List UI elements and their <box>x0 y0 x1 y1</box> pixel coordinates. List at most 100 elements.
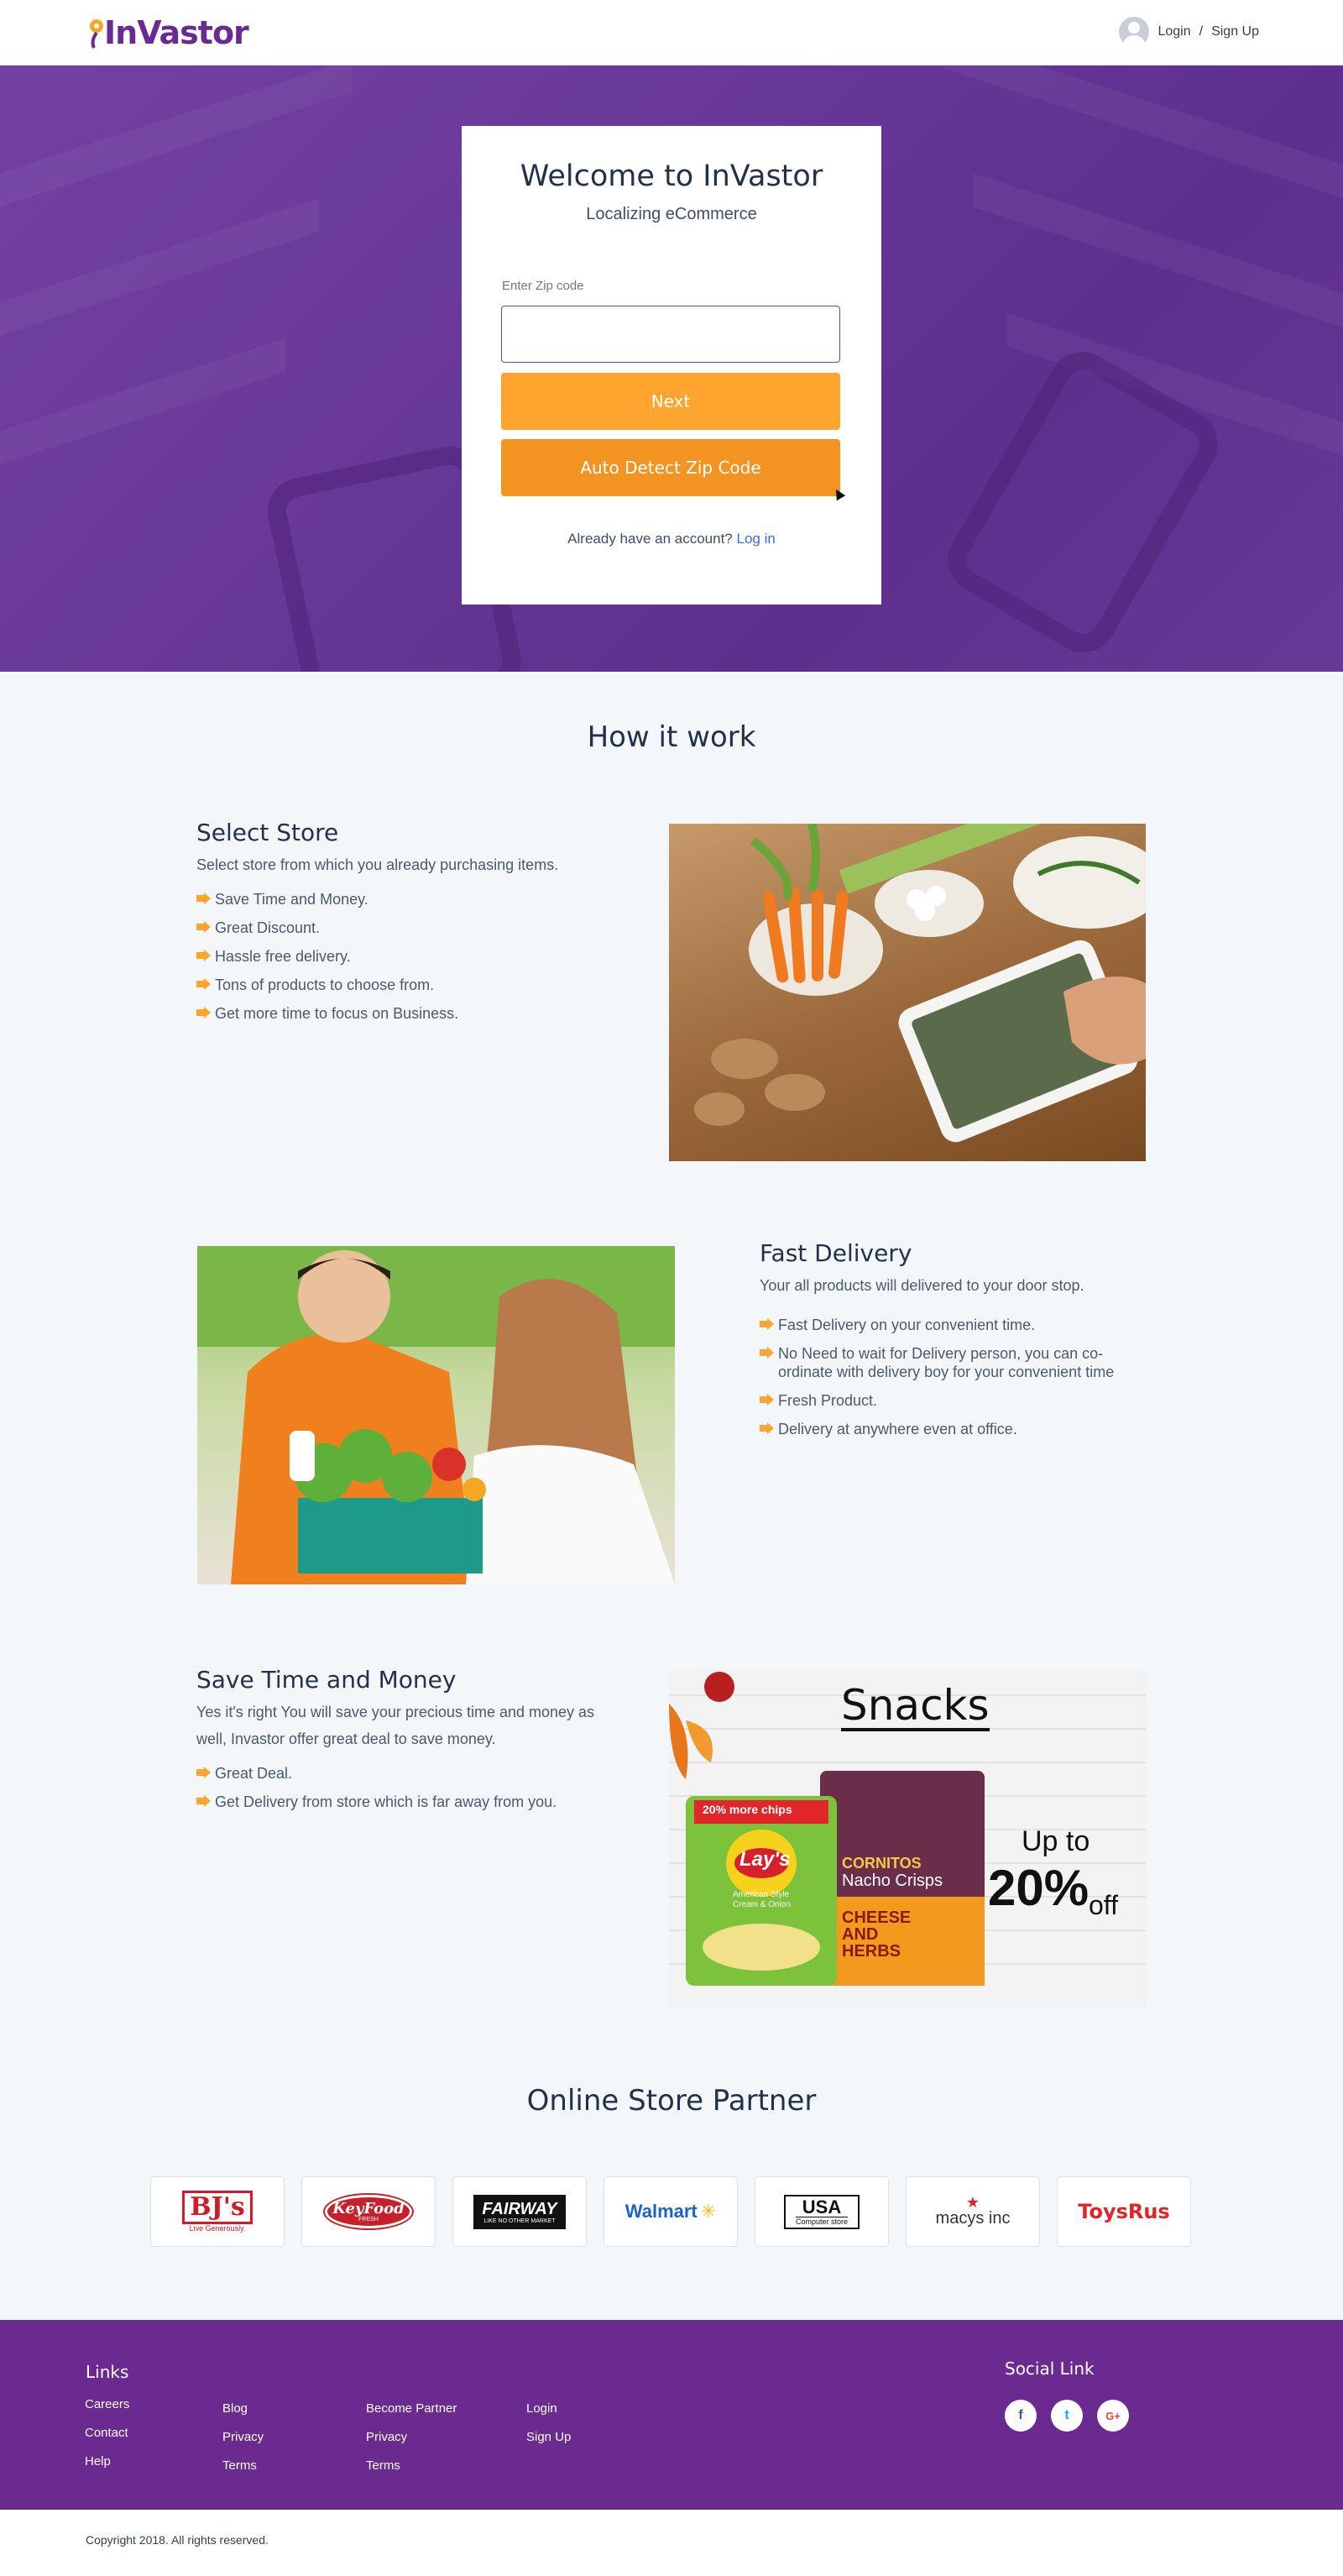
bjs-logo: BJ's Live Generously. <box>182 2191 253 2233</box>
footer-link-blog[interactable]: Blog <box>222 2401 264 2416</box>
footer-link-contact[interactable]: Contact <box>85 2426 129 2440</box>
zip-input[interactable] <box>501 306 840 363</box>
footer-link-terms[interactable]: Terms <box>366 2458 457 2473</box>
user-avatar-icon[interactable] <box>1119 17 1150 47</box>
partner-tagline: Live Generously. <box>189 2224 246 2233</box>
lays-flavor: American Style Cream & Onion <box>733 1890 791 1909</box>
footer-link-help[interactable]: Help <box>85 2454 129 2469</box>
feature-point: Tons of products to choose from. <box>196 971 583 999</box>
facebook-icon[interactable]: f <box>1005 2400 1037 2432</box>
feature-point: No Need to wait for Delivery person, you… <box>760 1339 1146 1386</box>
zip-label: Enter Zip code <box>502 279 584 293</box>
footer-col-4: Login Sign Up <box>526 2401 571 2458</box>
zip-card: Welcome to InVastor Localizing eCommerce… <box>462 126 881 605</box>
feature-select-store: Select Store Select store from which you… <box>196 819 583 1028</box>
cornitos-flavor: CHEESE AND HERBS <box>842 1908 912 1961</box>
footer-links-title: Links <box>86 2362 129 2382</box>
keyfood-logo: KeyFood FRESH <box>325 2195 412 2228</box>
hero-title: Welcome to InVastor <box>520 160 823 193</box>
partner-name: BJ's <box>182 2191 253 2224</box>
tablet-vegetables-image <box>669 824 1146 1161</box>
footer-link-signup[interactable]: Sign Up <box>526 2430 571 2444</box>
footer: Links Careers Contact Help Blog Privacy … <box>0 2320 1343 2510</box>
footer-link-terms[interactable]: Terms <box>222 2458 264 2473</box>
twitter-icon[interactable]: t <box>1051 2400 1083 2432</box>
footer-link-login[interactable]: Login <box>526 2401 571 2416</box>
how-it-works-title: How it work <box>587 720 756 754</box>
partner-bjs[interactable]: BJ's Live Generously. <box>150 2176 285 2247</box>
cornitos-product: Nacho Crisps <box>842 1872 943 1890</box>
auth-links: Login / Sign Up <box>1119 17 1259 47</box>
chips-tag: 20% more chips <box>703 1803 792 1816</box>
macys-logo: ★ macys inc <box>935 2195 1011 2228</box>
feature-points: Fast Delivery on your convenient time. N… <box>760 1311 1146 1443</box>
cornitos-brand: CORNITOS <box>842 1855 922 1872</box>
card-login-link[interactable]: Log in <box>737 531 776 547</box>
feature-points: Save Time and Money. Great Discount. Has… <box>196 885 583 1028</box>
hero-section: Welcome to InVastor Localizing eCommerce… <box>0 65 1343 672</box>
feature-point: Get more time to focus on Business. <box>196 999 583 1028</box>
social-title: Social Link <box>1005 2359 1095 2379</box>
already-account-text: Already have an account? Log in <box>462 531 881 547</box>
footer-link-privacy[interactable]: Privacy <box>222 2430 264 2444</box>
feature-description: Select store from which you already purc… <box>196 856 559 873</box>
header-login-link[interactable]: Login <box>1157 24 1190 39</box>
offer-value: 20% <box>988 1860 1090 1916</box>
partner-name: ToysRus <box>1078 2200 1170 2223</box>
feature-point: Delivery at anywhere even at office. <box>760 1415 1146 1443</box>
next-button[interactable]: Next <box>501 373 840 430</box>
feature-point: Fresh Product. <box>760 1386 1146 1415</box>
feature-description: Your all products will delivered to your… <box>760 1277 1084 1294</box>
partner-tagline: LIKE NO OTHER MARKET <box>483 2217 556 2224</box>
usa-logo: USA Computer store <box>783 2194 860 2229</box>
feature-fast-delivery: Fast Delivery Your all products will del… <box>760 1239 1146 1443</box>
partner-tagline: Computer store <box>795 2216 849 2226</box>
delivery-person-image <box>197 1246 675 1584</box>
feature-point: Save Time and Money. <box>196 885 583 914</box>
google-plus-icon[interactable]: G+ <box>1097 2400 1129 2432</box>
feature-description: Yes it's right You will save your precio… <box>196 1704 595 1747</box>
copyright-text: Copyright 2018. All rights reserved. <box>86 2533 269 2547</box>
footer-link-become-partner[interactable]: Become Partner <box>366 2401 457 2416</box>
partner-name: KeyFood <box>332 2199 405 2217</box>
offer-prefix: Up to <box>1022 1825 1090 1857</box>
partner-keyfood[interactable]: KeyFood FRESH <box>301 2176 436 2247</box>
already-text: Already have an account? <box>567 531 733 547</box>
feature-save-time: Save Time and Money Yes it's right You w… <box>196 1666 608 1816</box>
feature-title: Fast Delivery <box>760 1239 912 1267</box>
partner-name: FAIRWAY <box>482 2199 557 2218</box>
offer-suffix: off <box>1089 1890 1118 1920</box>
partner-name: Walmart <box>624 2201 698 2222</box>
logo-text: InVastor <box>104 14 249 51</box>
header-signup-link[interactable]: Sign Up <box>1211 24 1259 39</box>
feature-point: Get Delivery from store which is far awa… <box>196 1788 608 1816</box>
lays-brand: Lay's <box>739 1848 791 1871</box>
feature-point: Fast Delivery on your convenient time. <box>760 1311 1146 1339</box>
partner-name: macys inc <box>935 2208 1011 2228</box>
logo[interactable]: InVastor <box>84 13 249 52</box>
partner-fairway[interactable]: FAIRWAY LIKE NO OTHER MARKET <box>452 2176 587 2247</box>
footer-col-1: Careers Contact Help <box>85 2397 129 2483</box>
fairway-logo: FAIRWAY LIKE NO OTHER MARKET <box>472 2192 567 2231</box>
footer-col-3: Become Partner Privacy Terms <box>366 2401 457 2487</box>
snacks-banner: Snacks 20% more chips Lay's American Sty… <box>669 1670 1146 2008</box>
footer-link-privacy[interactable]: Privacy <box>366 2430 457 2444</box>
feature-point: Great Discount. <box>196 914 583 942</box>
feature-points: Great Deal. Get Delivery from store whic… <box>196 1759 608 1816</box>
partner-usa-computer[interactable]: USA Computer store <box>755 2176 889 2247</box>
walmart-spark-icon: ✳ <box>700 2201 717 2222</box>
partner-macys[interactable]: ★ macys inc <box>906 2176 1040 2247</box>
auth-separator: / <box>1199 24 1204 39</box>
auto-detect-button[interactable]: Auto Detect Zip Code <box>501 439 840 496</box>
feature-title: Save Time and Money <box>196 1666 457 1694</box>
footer-link-careers[interactable]: Careers <box>85 2397 129 2411</box>
logo-pin-icon <box>84 16 109 50</box>
partner-tagline: FRESH <box>358 2216 379 2223</box>
partner-walmart[interactable]: Walmart ✳ <box>604 2176 738 2247</box>
partner-toysrus[interactable]: ToysRus <box>1057 2176 1191 2247</box>
snacks-heading: Snacks <box>841 1681 990 1731</box>
partners-title: Online Store Partner <box>526 2084 817 2118</box>
hero-subtitle: Localizing eCommerce <box>586 205 757 223</box>
header: InVastor Login / Sign Up <box>0 0 1343 65</box>
footer-col-2: Blog Privacy Terms <box>222 2401 264 2487</box>
